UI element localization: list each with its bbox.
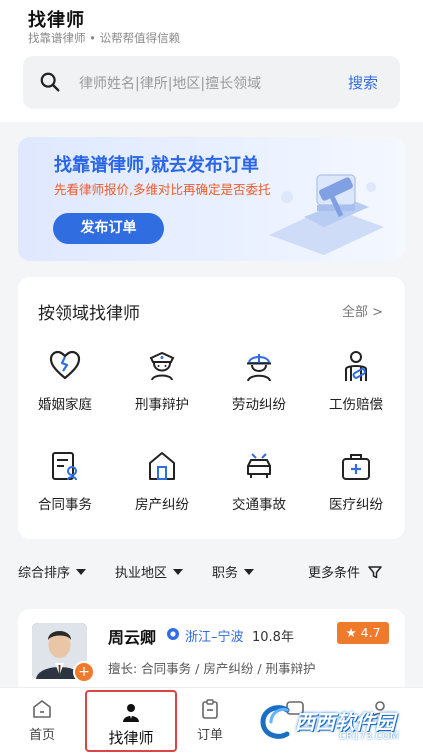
gavel-illustration-icon [269,174,384,255]
filter-sort[interactable]: 综合排序 [18,562,87,581]
field-category-card: 按领域找律师 全部 > 婚姻家庭 刑事辩护 劳动纠纷 工伤赔偿 合同事务 房产纠… [18,277,405,539]
publish-order-button[interactable]: 发布订单 [53,213,164,244]
police-officer-icon [149,351,175,381]
worker-helmet-icon [247,354,271,382]
funnel-icon [368,566,382,579]
filter-bar: 综合排序 执业地区 职务 更多条件 [0,555,423,587]
filter-more[interactable]: 更多条件 [308,562,382,581]
home-icon [33,700,51,718]
tab-find-lawyer[interactable]: 找律师 [85,690,177,752]
category-property-dispute[interactable]: 房产纠纷 [117,449,207,513]
lawyer-card[interactable]: + 周云卿 浙江–宁波 10.8年 ★ 4.7 擅长: 合同事务 / 房产纠纷 … [18,609,405,699]
tab-orders[interactable]: 订单 [170,688,250,753]
lawyer-icon [123,704,139,722]
banner-title: 找靠谱律师,就去发布订单 [54,155,259,176]
category-criminal-defense[interactable]: 刑事辩护 [117,349,207,413]
filter-position[interactable]: 职务 [212,562,255,581]
clipboard-icon [202,699,218,719]
page-title: 找律师 [28,10,85,31]
category-work-injury[interactable]: 工伤赔偿 [311,349,401,413]
follow-plus-icon[interactable]: + [73,661,95,683]
house-icon [149,452,175,480]
search-bar[interactable]: 律师姓名|律所|地区|擅长领域 搜索 [23,56,400,109]
lawyer-name: 周云卿 [108,628,157,647]
caret-down-icon [76,569,87,575]
injured-person-icon [345,351,367,381]
medical-kit-icon [342,454,370,480]
publish-order-banner[interactable]: 找靠谱律师,就去发布订单 先看律师报价,多维对比再确定是否委托 发布订单 [18,137,405,261]
contract-icon [52,452,77,481]
view-all-link[interactable]: 全部 > [342,301,383,320]
caret-down-icon [244,569,255,575]
lawyer-specialty: 擅长: 合同事务 / 房产纠纷 / 刑事辩护 [108,661,316,676]
rating-badge: ★ 4.7 [337,622,389,644]
page-subtitle: 找靠谱律师 • 讼帮帮值得信赖 [28,31,181,45]
broken-heart-icon [49,350,81,380]
search-button[interactable]: 搜索 [348,72,378,93]
lawyer-years: 10.8年 [252,630,294,645]
tab-home[interactable]: 首页 [2,688,82,753]
category-contract[interactable]: 合同事务 [20,449,110,513]
section-title: 按领域找律师 [38,304,140,324]
filter-region[interactable]: 执业地区 [115,562,184,581]
watermark: 西西软件园 CR173.COM [257,700,417,746]
caret-down-icon [173,569,184,575]
category-marriage-family[interactable]: 婚姻家庭 [20,349,110,413]
header: 找律师 找靠谱律师 • 讼帮帮值得信赖 律师姓名|律所|地区|擅长领域 搜索 [0,0,423,122]
search-input[interactable]: 律师姓名|律所|地区|擅长领域 [79,73,261,93]
search-icon [40,72,60,92]
verified-badge-icon [167,628,179,640]
category-traffic-accident[interactable]: 交通事故 [214,449,304,513]
watermark-subtext: CR173.COM [339,731,399,742]
car-icon [247,453,271,478]
banner-subtitle: 先看律师报价,多维对比再确定是否委托 [54,182,271,197]
lawyer-region: 浙江–宁波 [185,630,244,645]
category-medical-dispute[interactable]: 医疗纠纷 [311,449,401,513]
watermark-logo-icon [260,705,290,739]
category-labor-dispute[interactable]: 劳动纠纷 [214,349,304,413]
